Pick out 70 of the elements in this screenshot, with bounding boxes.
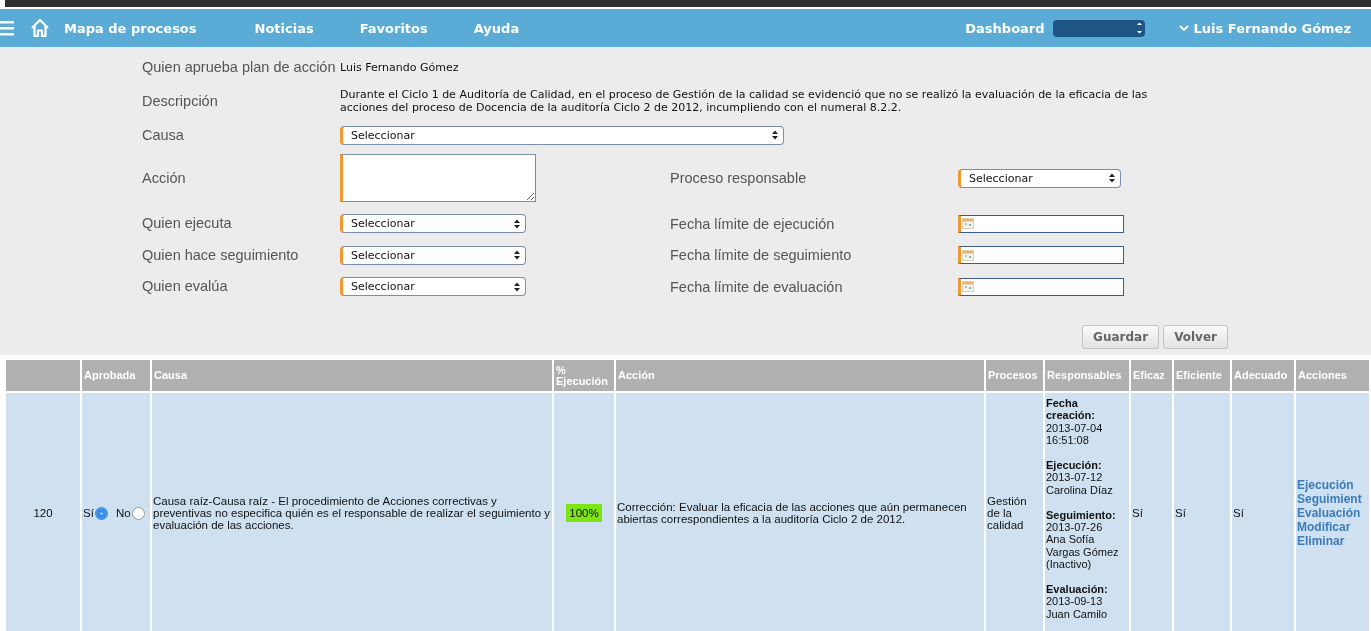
select-arrows-icon	[1109, 173, 1115, 183]
form-button[interactable]: Guardar	[1082, 324, 1160, 349]
column-header: Adecuado	[1232, 360, 1294, 391]
date-field[interactable]	[958, 277, 1124, 296]
nav-link[interactable]: Favoritos	[351, 20, 436, 36]
table-cell: Sí	[1131, 393, 1172, 631]
column-header: Eficaz	[1131, 360, 1172, 391]
nav-link[interactable]: Noticias	[246, 20, 322, 36]
date-field[interactable]	[958, 246, 1124, 265]
field-label: Fecha límite de ejecución	[669, 215, 836, 232]
action-link[interactable]: Evaluación	[1297, 506, 1368, 520]
field-label: Quien evalúa	[142, 277, 229, 296]
table-cell: Gestión de la calidad	[986, 393, 1043, 631]
field-label: Quien aprueba plan de acción	[142, 58, 337, 77]
field-label: Descripción	[142, 92, 219, 111]
select-field[interactable]: Seleccionar	[340, 125, 784, 145]
field-label: Causa	[142, 126, 185, 145]
action-link[interactable]: Modificar	[1297, 520, 1368, 534]
select-field[interactable]: Seleccionar	[958, 168, 1121, 188]
form-button[interactable]: Volver	[1163, 324, 1228, 349]
calendar-icon	[962, 249, 974, 261]
responsible-entry: Evaluación: 2013-09-13 Juan Camilo	[1046, 583, 1109, 621]
table-cell: Sí	[1232, 393, 1294, 631]
field-label: Fecha límite de evaluación	[669, 278, 844, 295]
nav-link[interactable]: Ayuda	[465, 20, 528, 36]
field-label: Quien ejecuta	[142, 214, 233, 233]
select-field[interactable]: Seleccionar	[340, 277, 526, 297]
action-link[interactable]: Seguimient	[1297, 492, 1368, 506]
action-link[interactable]: Eliminar	[1297, 534, 1368, 548]
action-link[interactable]: Ejecución	[1297, 478, 1368, 492]
calendar-icon	[962, 281, 974, 293]
approver-value: Luis Fernando Gómez	[340, 60, 460, 74]
nav-link[interactable]: Mapa de procesos	[56, 20, 205, 36]
row-id: 120	[6, 393, 80, 631]
column-header: Eficiente	[1174, 360, 1230, 391]
responsible-entry: Fecha creación: 2013-07-04 16:51:08	[1046, 397, 1104, 447]
column-header: Causa	[152, 360, 552, 391]
chevron-down-icon	[1178, 24, 1189, 32]
date-field[interactable]	[958, 214, 1124, 233]
field-label: Acción	[142, 169, 187, 188]
select-arrows-icon	[514, 281, 520, 292]
dashboard-label: Dashboard	[965, 20, 1045, 36]
action-textarea[interactable]	[340, 154, 536, 202]
field-label: Quien hace seguimiento	[142, 245, 300, 265]
field-label: Fecha límite de seguimiento	[669, 247, 853, 264]
execution-percent: 100%	[566, 504, 602, 522]
column-header: Aprobada	[82, 360, 150, 391]
responsible-entry: Ejecución: 2013-07-12 Carolina Díaz	[1046, 459, 1114, 497]
table-cell: Causa raíz-Causa raíz - El procedimiento de Acciones correctivas y preventivas no especifica quién es el responsable de realizar el seguimiento y evaluación de las acciones.	[152, 393, 552, 631]
calendar-icon	[962, 218, 974, 230]
column-header: Responsables	[1045, 360, 1129, 391]
dashboard-select[interactable]	[1052, 19, 1145, 37]
home-icon[interactable]	[30, 18, 50, 38]
radio-option[interactable]: No	[115, 506, 145, 520]
field-label: Proceso responsable	[669, 170, 808, 186]
select-field[interactable]: Seleccionar	[340, 214, 526, 234]
table-cell: Corrección: Evaluar la eficacia de las acciones que aún permanecen abiertas correspondientes a la auditoría Ciclo 2 de 2012.	[616, 393, 984, 631]
select-arrows-icon	[514, 218, 520, 229]
column-header: Acción	[616, 360, 984, 391]
table-cell: Sí	[1174, 393, 1230, 631]
user-menu[interactable]: Luis Fernando Gómez	[1170, 20, 1359, 36]
column-header: Acciones	[1296, 360, 1369, 391]
select-arrows-icon	[772, 130, 778, 140]
column-header: % Ejecución	[554, 360, 614, 391]
description-text: Durante el Ciclo 1 de Auditoría de Calidad, en el proceso de Gestión de la calidad se evidenció que no se realizó la evaluación de la eficacia de las acciones del proceso de Docencia de la auditoría Ciclo 2 de 2012, incumpliendo con el numeral 8.2.2.	[340, 88, 1149, 114]
select-arrows-icon	[514, 250, 520, 261]
responsible-entry: Seguimiento: 2013-07-26 Ana Sofía Vargas Gómez (Inactivo)	[1046, 508, 1120, 571]
select-field[interactable]: Seleccionar	[340, 245, 526, 265]
menu-icon[interactable]	[0, 20, 14, 36]
column-header: Procesos	[986, 360, 1043, 391]
